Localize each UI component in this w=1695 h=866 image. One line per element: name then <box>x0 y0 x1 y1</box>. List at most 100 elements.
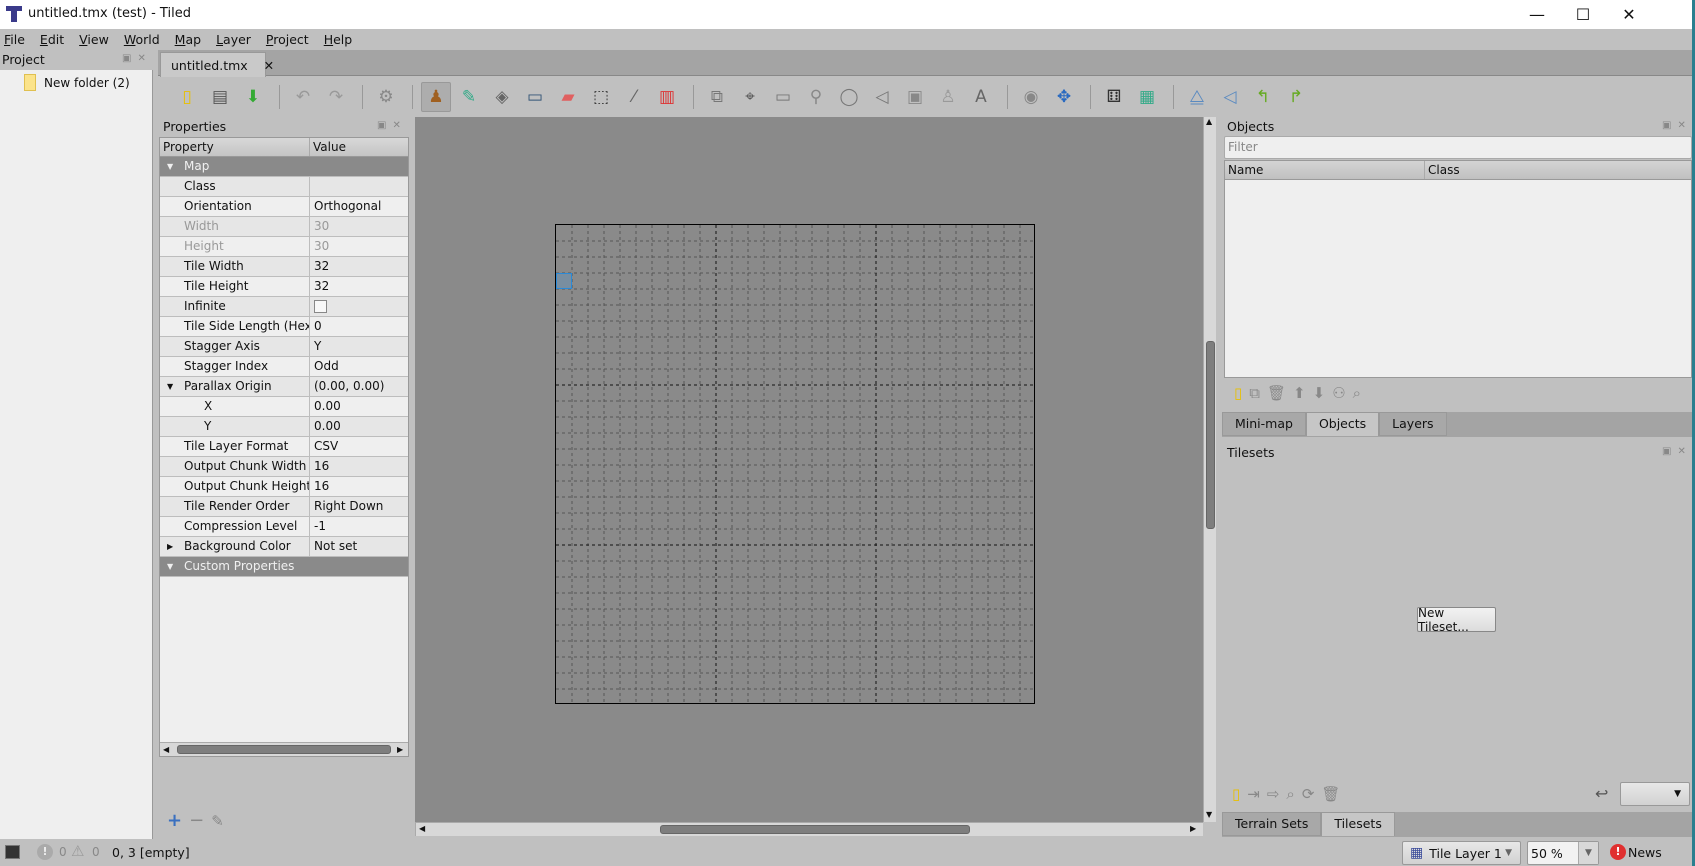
tab-tilesets[interactable]: Tilesets <box>1321 812 1395 836</box>
expand-down-icon[interactable]: ▼ <box>167 377 173 396</box>
menu-help[interactable]: Help <box>324 32 353 47</box>
infinite-checkbox[interactable] <box>314 300 327 313</box>
save-icon[interactable]: ⬇ <box>238 82 268 112</box>
property-value[interactable]: Orthogonal <box>310 197 381 216</box>
expand-down-icon[interactable]: ▼ <box>167 157 173 176</box>
property-row[interactable]: Tile Height 32 <box>160 277 408 297</box>
property-value[interactable]: 0.00 <box>310 397 341 416</box>
chevron-down-icon[interactable]: ▼ <box>1578 842 1598 864</box>
rotate-left-icon[interactable]: ↰ <box>1248 82 1278 112</box>
property-value[interactable] <box>310 297 327 316</box>
objects-filter-input[interactable]: Filter <box>1224 136 1692 159</box>
property-row[interactable]: ▼ Custom Properties <box>160 557 408 577</box>
move-icon[interactable]: ✥ <box>1049 82 1079 112</box>
shape-fill-icon[interactable]: ▭ <box>520 82 550 112</box>
property-value[interactable] <box>310 177 314 196</box>
dock-buttons[interactable]: ▣✕ <box>377 120 407 131</box>
move-up-icon[interactable]: ⬆ <box>1293 384 1306 402</box>
property-row[interactable]: X 0.00 <box>160 397 408 417</box>
minimize-button[interactable]: — <box>1514 0 1560 29</box>
property-value[interactable]: 30 <box>310 237 329 256</box>
layer-combo[interactable]: ▦ Tile Layer 1 ▼ <box>1402 841 1521 865</box>
property-value[interactable]: 32 <box>310 257 329 276</box>
news-button[interactable]: News <box>1628 845 1662 860</box>
eraser-icon[interactable]: ▰ <box>553 82 583 112</box>
menu-view[interactable]: View <box>79 32 109 47</box>
scroll-left-icon[interactable]: ◀ <box>163 745 169 754</box>
rectangular-select-icon[interactable]: ⬚ <box>586 82 616 112</box>
dock-buttons[interactable]: ▣✕ <box>122 53 152 64</box>
maximize-button[interactable]: ☐ <box>1560 0 1606 29</box>
news-alert-icon[interactable]: ! <box>1610 844 1626 860</box>
undo-icon[interactable]: ↶ <box>288 82 318 112</box>
menu-edit[interactable]: Edit <box>40 32 64 47</box>
canvas-hscrollbar[interactable]: ◀ ▶ <box>415 822 1203 836</box>
property-row[interactable]: Class <box>160 177 408 197</box>
tab-terrain-sets[interactable]: Terrain Sets <box>1222 812 1322 836</box>
rotate-right-icon[interactable]: ↱ <box>1281 82 1311 112</box>
remove-object-icon[interactable]: 🗑 <box>1267 384 1286 402</box>
property-row[interactable]: Stagger Axis Y <box>160 337 408 357</box>
property-row[interactable]: ▼ Parallax Origin (0.00, 0.00) <box>160 377 408 397</box>
property-value[interactable]: Y <box>310 337 321 356</box>
property-row[interactable]: Tile Layer Format CSV <box>160 437 408 457</box>
commands-icon[interactable]: ⚙ <box>371 82 401 112</box>
wang-fill-icon[interactable]: ▦ <box>1132 82 1162 112</box>
tile-map-grid[interactable] <box>555 224 1035 704</box>
rename-property-icon[interactable]: ✎ <box>211 812 224 830</box>
object-properties-icon[interactable]: ⌕ <box>1353 384 1361 402</box>
replace-tileset-icon[interactable]: ⟳ <box>1302 785 1315 803</box>
menu-layer[interactable]: Layer <box>216 32 251 47</box>
insert-template-icon[interactable]: ♙ <box>933 82 963 112</box>
scroll-thumb[interactable] <box>660 825 970 834</box>
zoom-value[interactable]: 50 % <box>1531 846 1563 861</box>
property-value[interactable]: Odd <box>310 357 339 376</box>
menu-project[interactable]: Project <box>266 32 309 47</box>
tree-item[interactable]: New folder (2) <box>24 74 130 91</box>
insert-tile-icon[interactable]: ▣ <box>900 82 930 112</box>
import-tileset-icon[interactable]: ⇥ <box>1247 785 1260 803</box>
property-value[interactable]: -1 <box>310 517 326 536</box>
menu-file[interactable]: File <box>4 32 25 47</box>
property-row[interactable]: Height 30 <box>160 237 408 257</box>
property-row[interactable]: ▶ Background Color Not set <box>160 537 408 557</box>
property-row[interactable]: Tile Width 32 <box>160 257 408 277</box>
warning-icon[interactable]: ⚠ <box>71 842 84 860</box>
insert-text-icon[interactable]: A <box>966 82 996 112</box>
new-map-icon[interactable]: ▯ <box>172 82 202 112</box>
property-value[interactable]: 32 <box>310 277 329 296</box>
expand-down-icon[interactable]: ▼ <box>167 557 173 576</box>
remove-property-icon[interactable]: − <box>189 810 204 831</box>
property-row[interactable]: ▼ Map <box>160 157 408 177</box>
scroll-left-icon[interactable]: ◀ <box>419 824 425 833</box>
property-row[interactable]: Infinite <box>160 297 408 317</box>
move-down-icon[interactable]: ⬇ <box>1313 384 1326 402</box>
stamp-brush-icon[interactable]: ♟ <box>421 82 451 112</box>
new-object-layer-icon[interactable]: ▯ <box>1234 384 1242 402</box>
select-same-tile-icon[interactable]: ▥ <box>652 82 682 112</box>
property-value[interactable]: 0.00 <box>310 417 341 436</box>
duplicate-object-icon[interactable]: ⧉ <box>1249 384 1260 402</box>
objects-list[interactable] <box>1224 180 1692 378</box>
console-icon[interactable] <box>5 845 20 859</box>
tab-layers[interactable]: Layers <box>1379 412 1447 436</box>
property-value[interactable]: CSV <box>310 437 338 456</box>
edit-tileset-icon[interactable]: ⌕ <box>1286 785 1294 803</box>
scroll-right-icon[interactable]: ▶ <box>397 745 403 754</box>
tab-close-icon[interactable]: ✕ <box>264 58 274 73</box>
new-tileset-icon[interactable]: ▯ <box>1232 785 1240 803</box>
property-value[interactable]: 16 <box>310 477 329 496</box>
flip-horizontal-icon[interactable]: ⧋ <box>1182 82 1212 112</box>
insert-rectangle-icon[interactable]: ▭ <box>768 82 798 112</box>
scroll-down-icon[interactable]: ▼ <box>1206 810 1212 819</box>
close-button[interactable]: ✕ <box>1606 0 1652 29</box>
dock-buttons[interactable]: ▣✕ <box>1662 446 1692 457</box>
insert-point-icon[interactable]: ⚲ <box>801 82 831 112</box>
dock-buttons[interactable]: ▣✕ <box>1662 120 1692 131</box>
flip-vertical-icon[interactable]: ◁ <box>1215 82 1245 112</box>
add-property-icon[interactable]: + <box>167 810 182 831</box>
random-mode-icon[interactable]: ⚅ <box>1099 82 1129 112</box>
property-row[interactable]: Output Chunk Height 16 <box>160 477 408 497</box>
property-value[interactable]: 30 <box>310 217 329 236</box>
map-canvas[interactable] <box>415 117 1203 822</box>
